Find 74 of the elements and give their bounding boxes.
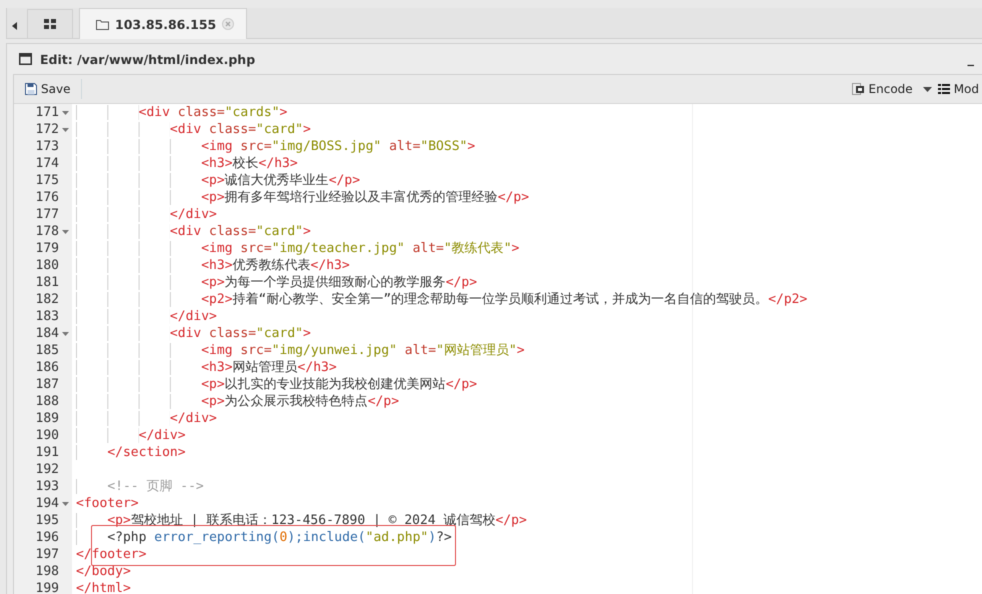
list-icon [938,84,950,94]
code-line: </div> [76,309,217,324]
line-number: 198 [36,564,59,579]
code-line: </html> [76,581,131,594]
line-number: 194 [36,496,59,511]
line-number: 185 [36,343,59,358]
close-icon[interactable] [222,18,234,30]
code-line: <p>拥有多年驾培行业经验以及丰富优秀的管理经验</p> [76,190,530,205]
code-line: <p>诚信大优秀毕业生</p> [76,173,360,188]
line-number: 192 [36,462,59,477]
line-number: 182 [36,292,59,307]
fold-arrow-icon[interactable] [62,128,69,132]
code-line: <p>为公众展示我校特色特点</p> [76,394,400,409]
code-line: <div class="card"> [76,224,311,239]
line-number: 176 [36,190,59,205]
line-number: 195 [36,513,59,528]
code-line: </div> [76,207,217,222]
code-line: <h3>优秀教练代表</h3> [76,258,350,273]
fold-arrow-icon[interactable] [62,110,69,114]
panel-title: Edit: /var/www/html/index.php [40,52,256,66]
line-number: 184 [36,326,59,341]
tab[interactable] [27,9,73,38]
line-number: 193 [36,479,59,494]
window-icon [19,53,32,65]
line-number: 178 [36,224,59,239]
code-line: <footer> [76,496,139,511]
code-line: <div class="card"> [76,122,311,137]
encode-button[interactable]: Encode [848,80,935,98]
mode-button[interactable]: Mod [934,80,982,98]
fold-arrow-icon[interactable] [62,502,69,506]
code-line: <h3>校长</h3> [76,156,298,171]
line-number: 189 [36,411,59,426]
code-line: <h3>网站管理员</h3> [76,360,337,375]
line-number: 186 [36,360,59,375]
line-number: 197 [36,547,59,562]
line-number: 179 [36,241,59,256]
code-line: <img src="img/teacher.jpg" alt="教练代表"> [76,241,520,256]
folder-icon [96,18,109,30]
grid-icon [44,19,56,29]
code-line: <!-- 页脚 --> [76,479,204,494]
code-line: </div> [76,428,186,443]
code-line: </div> [76,411,217,426]
line-number: 190 [36,428,59,443]
minimize-button[interactable]: _ [966,52,976,66]
tab[interactable]: 103.85.86.155 [79,8,248,39]
line-number: 187 [36,377,59,392]
line-number: 171 [36,105,59,120]
code-line: <img src="img/BOSS.jpg" alt="BOSS"> [76,139,476,154]
line-number: 174 [36,156,59,171]
line-number: 191 [36,445,59,460]
line-number: 180 [36,258,59,273]
code-line: </section> [76,445,186,460]
code-line: <p>为每一个学员提供细致耐心的教学服务</p> [76,275,478,290]
line-number: 188 [36,394,59,409]
code-line: <p2>持着“耐心教学、安全第一”的理念帮助每一位学员顺利通过考试，并成为一名自信的驾驶员。</p2> [76,292,808,307]
document-icon [852,83,865,95]
line-number: 196 [36,530,59,545]
code-line: <img src="img/yunwei.jpg" alt="网站管理员"> [76,343,525,358]
line-number: 172 [36,122,59,137]
line-number: 181 [36,275,59,290]
code-line: </body> [76,564,131,579]
fold-arrow-icon[interactable] [62,230,69,234]
code-line: <?php error_reporting(0);include("ad.php")?> [76,530,452,545]
line-number: 199 [36,581,59,594]
code-line: <div class="cards"> [76,105,288,120]
line-number: 173 [36,139,59,154]
line-number: 175 [36,173,59,188]
fold-arrow-icon[interactable] [62,332,69,336]
code-line: <p>以扎实的专业技能为我校创建优美网站</p> [76,377,478,392]
line-number: 183 [36,309,59,324]
line-number: 177 [36,207,59,222]
code-line: <div class="card"> [76,326,311,341]
caret-icon [922,86,932,92]
save-button[interactable]: Save [22,80,74,98]
